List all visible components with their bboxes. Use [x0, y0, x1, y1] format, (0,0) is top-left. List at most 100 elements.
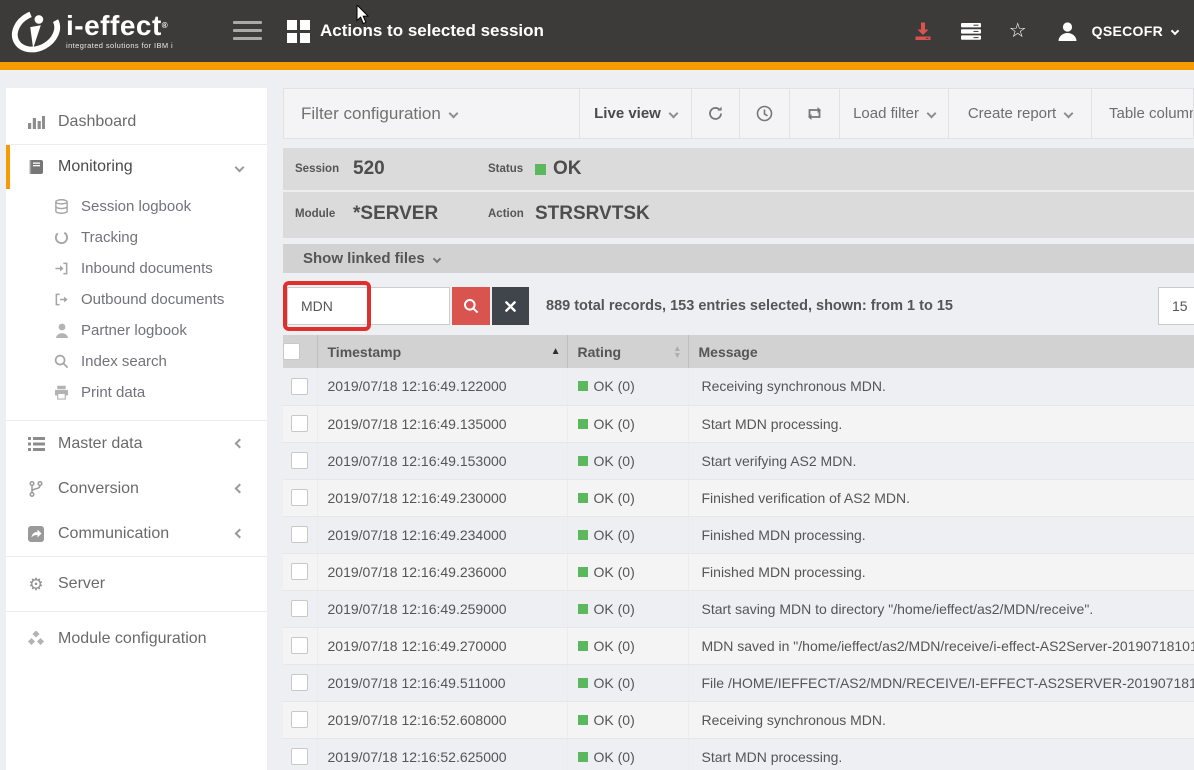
row-checkbox[interactable] [291, 452, 308, 469]
page-size-select[interactable]: 15 [1158, 287, 1194, 325]
sidebar-item-conversion[interactable]: Conversion [6, 466, 267, 511]
action-label: Action [488, 208, 535, 220]
sidebar-item-module-configuration[interactable]: Module configuration [6, 612, 267, 666]
sidebar-item-print-data[interactable]: Print data [6, 377, 267, 408]
sidebar-item-index-search[interactable]: Index search [6, 346, 267, 377]
table-row[interactable]: 2019/07/18 12:16:49.230000 OK (0) Finish… [283, 479, 1194, 516]
row-checkbox[interactable] [291, 637, 308, 654]
search-input[interactable] [287, 287, 450, 325]
database-icon [53, 199, 70, 214]
sidebar-item-label: Print data [81, 384, 145, 401]
server-stack-icon [961, 23, 981, 40]
sidebar-item-server[interactable]: ⚙ Server [6, 557, 267, 611]
row-checkbox[interactable] [291, 563, 308, 580]
sidebar-item-inbound-documents[interactable]: Inbound documents [6, 253, 267, 284]
logo-title: i-effect® [66, 12, 173, 40]
clear-search-button[interactable] [492, 287, 529, 325]
table-row[interactable]: 2019/07/18 12:16:49.270000 OK (0) MDN sa… [283, 627, 1194, 664]
user-menu[interactable]: QSECOFR [1057, 22, 1178, 41]
row-checkbox[interactable] [291, 711, 308, 728]
table-row[interactable]: 2019/07/18 12:16:52.625000 OK (0) Start … [283, 738, 1194, 770]
session-log-table: Timestamp▲ Rating▲▼ Message 2019/07/18 1… [283, 335, 1194, 770]
bar-chart-icon [26, 114, 46, 130]
row-checkbox[interactable] [291, 526, 308, 543]
row-checkbox[interactable] [291, 415, 308, 432]
repeat-icon [805, 106, 824, 121]
table-header-row: Timestamp▲ Rating▲▼ Message [283, 335, 1194, 368]
cell-message: Finished MDN processing. [688, 553, 1194, 590]
sidebar: Dashboard Monitoring Session logbook Tra… [6, 88, 267, 770]
server-log-button[interactable] [961, 23, 981, 40]
sidebar-item-label: Communication [58, 525, 169, 543]
sidebar-item-label: Tracking [81, 229, 138, 246]
cell-rating: OK (0) [567, 627, 688, 664]
cell-rating: OK (0) [567, 701, 688, 738]
column-header-rating[interactable]: Rating▲▼ [567, 335, 688, 368]
list-icon [26, 437, 46, 451]
row-checkbox[interactable] [291, 378, 308, 395]
refresh-button[interactable] [691, 89, 739, 138]
table-row[interactable]: 2019/07/18 12:16:49.234000 OK (0) Finish… [283, 516, 1194, 553]
sidebar-item-session-logbook[interactable]: Session logbook [6, 191, 267, 222]
search-icon [463, 298, 479, 314]
user-icon [1057, 22, 1078, 41]
cell-message: Receiving synchronous MDN. [688, 701, 1194, 738]
sidebar-item-partner-logbook[interactable]: Partner logbook [6, 315, 267, 346]
logo-swoosh-icon [10, 6, 62, 56]
sidebar-item-tracking[interactable]: Tracking [6, 222, 267, 253]
cell-rating: OK (0) [567, 516, 688, 553]
module-label: Module [295, 208, 353, 220]
gears-icon: ⚙ [26, 576, 46, 593]
table-columns-dropdown[interactable]: Table columns [1091, 89, 1193, 138]
row-checkbox[interactable] [291, 600, 308, 617]
column-header-timestamp[interactable]: Timestamp▲ [317, 335, 567, 368]
chevron-down-icon [668, 109, 678, 119]
row-checkbox[interactable] [291, 748, 308, 765]
load-filter-dropdown[interactable]: Load filter [839, 89, 948, 138]
create-report-dropdown[interactable]: Create report [948, 89, 1091, 138]
session-value: 520 [353, 158, 488, 180]
sidebar-item-outbound-documents[interactable]: Outbound documents [6, 284, 267, 315]
filter-configuration-dropdown[interactable]: Filter configuration [284, 89, 579, 138]
table-row[interactable]: 2019/07/18 12:16:52.608000 OK (0) Receiv… [283, 701, 1194, 738]
menu-toggle-icon[interactable] [233, 21, 262, 40]
search-button[interactable] [452, 287, 490, 325]
column-header-message[interactable]: Message [688, 335, 1194, 368]
session-info-panel: Session 520 Status OK Module *SERVER Act… [283, 148, 1194, 238]
rating-ok-icon [578, 456, 588, 466]
chevron-down-icon [926, 109, 936, 119]
sidebar-item-master-data[interactable]: Master data [6, 421, 267, 466]
live-view-dropdown[interactable]: Live view [579, 89, 691, 138]
cell-rating: OK (0) [567, 479, 688, 516]
download-button[interactable] [913, 21, 933, 41]
table-row[interactable]: 2019/07/18 12:16:49.511000 OK (0) File /… [283, 664, 1194, 701]
table-row[interactable]: 2019/07/18 12:16:49.153000 OK (0) Start … [283, 442, 1194, 479]
records-summary: 889 total records, 153 entries selected,… [546, 298, 953, 314]
sidebar-item-monitoring[interactable]: Monitoring [6, 145, 267, 189]
auto-reload-button[interactable] [789, 89, 839, 138]
table-row[interactable]: 2019/07/18 12:16:49.122000 OK (0) Receiv… [283, 368, 1194, 405]
cell-message: Start saving MDN to directory "/home/ief… [688, 590, 1194, 627]
row-checkbox[interactable] [291, 489, 308, 506]
sidebar-item-communication[interactable]: Communication [6, 511, 267, 556]
sidebar-item-label: Server [58, 575, 105, 593]
sidebar-item-dashboard[interactable]: Dashboard [6, 100, 267, 144]
mouse-cursor [356, 5, 370, 25]
cell-message: Receiving synchronous MDN. [688, 368, 1194, 405]
table-row[interactable]: 2019/07/18 12:16:49.236000 OK (0) Finish… [283, 553, 1194, 590]
favorites-button[interactable]: ☆ [1009, 21, 1027, 41]
cell-message: Start verifying AS2 MDN. [688, 442, 1194, 479]
tracking-circle-icon [53, 230, 70, 245]
person-icon [53, 323, 70, 338]
cell-message: MDN saved in "/home/ieffect/as2/MDN/rece… [688, 627, 1194, 664]
top-bar: i-effect® integrated solutions for IBM i… [0, 0, 1194, 62]
select-all-checkbox[interactable] [283, 343, 300, 360]
app-logo[interactable]: i-effect® integrated solutions for IBM i [10, 6, 173, 56]
table-row[interactable]: 2019/07/18 12:16:49.259000 OK (0) Start … [283, 590, 1194, 627]
cell-message: Finished verification of AS2 MDN. [688, 479, 1194, 516]
row-checkbox[interactable] [291, 674, 308, 691]
show-linked-files-toggle[interactable]: Show linked files [283, 244, 1194, 273]
schedule-button[interactable] [739, 89, 789, 138]
table-row[interactable]: 2019/07/18 12:16:49.135000 OK (0) Start … [283, 405, 1194, 442]
cell-rating: OK (0) [567, 442, 688, 479]
